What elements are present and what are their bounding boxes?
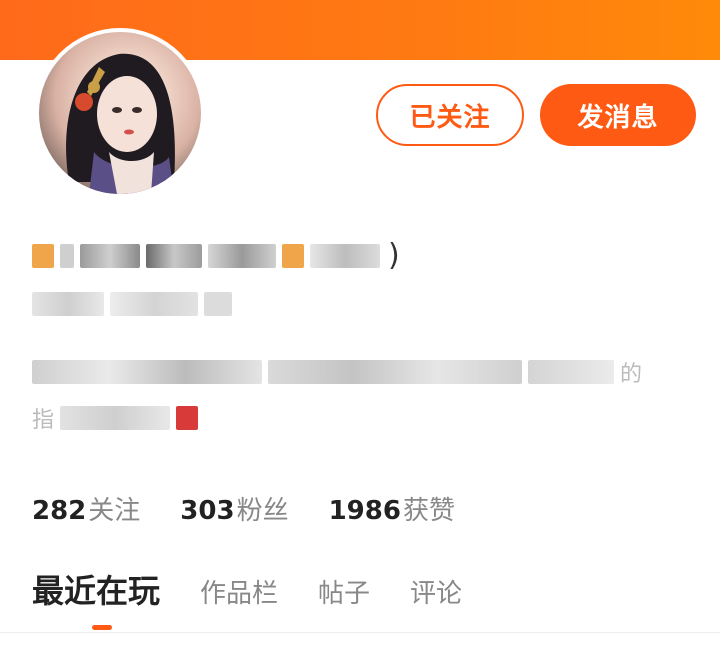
avatar-illustration — [66, 53, 175, 194]
tab-recently-played[interactable]: 最近在玩 — [32, 566, 160, 612]
user-avatar-icon — [39, 32, 201, 194]
username-blur-segment — [80, 243, 140, 268]
username: ) — [32, 238, 400, 273]
send-message-button[interactable]: 发消息 — [540, 84, 696, 146]
bio-blur-segment — [32, 360, 262, 384]
username-blur-segment — [208, 243, 276, 268]
likes-label: 获赞 — [402, 496, 455, 526]
user-bio-line-1: 的 — [32, 356, 642, 388]
user-subinfo — [32, 292, 232, 316]
bio-char: 的 — [620, 362, 643, 387]
username-emoji-blur — [32, 243, 54, 268]
active-tab-indicator — [92, 625, 112, 630]
bio-blur-segment — [528, 360, 614, 384]
following-count: 282 — [32, 496, 87, 526]
subinfo-blur-segment — [32, 292, 104, 316]
bio-blur-segment — [268, 360, 522, 384]
tab-comments[interactable]: 评论 — [410, 573, 462, 610]
followers-stat[interactable]: 303 粉丝 — [180, 490, 288, 527]
username-emoji-blur — [282, 243, 304, 268]
tab-posts[interactable]: 帖子 — [318, 573, 370, 610]
likes-stat[interactable]: 1986 获赞 — [329, 490, 455, 527]
user-bio-line-2: 指 — [32, 402, 199, 434]
following-label: 关注 — [88, 496, 141, 526]
username-tail: ) — [388, 238, 400, 273]
bio-blur-segment — [60, 406, 171, 430]
avatar[interactable] — [35, 28, 205, 198]
followers-label: 粉丝 — [236, 496, 289, 526]
profile-stats: 282 关注 303 粉丝 1986 获赞 — [32, 490, 455, 527]
tabs-divider — [0, 632, 720, 633]
likes-count: 1986 — [328, 496, 401, 526]
following-stat[interactable]: 282 关注 — [32, 490, 140, 527]
username-blur-segment — [60, 243, 74, 268]
bio-emoji-blur — [176, 406, 199, 430]
followers-count: 303 — [180, 496, 235, 526]
following-button[interactable]: 已关注 — [376, 84, 524, 146]
bio-char: 指 — [32, 408, 55, 433]
tab-works[interactable]: 作品栏 — [200, 573, 278, 610]
profile-tabs: 最近在玩 作品栏 帖子 评论 — [32, 566, 502, 612]
subinfo-blur-segment — [110, 292, 198, 316]
username-blur-segment — [310, 243, 380, 268]
subinfo-blur-segment — [204, 292, 232, 316]
username-blur-segment — [146, 243, 202, 268]
